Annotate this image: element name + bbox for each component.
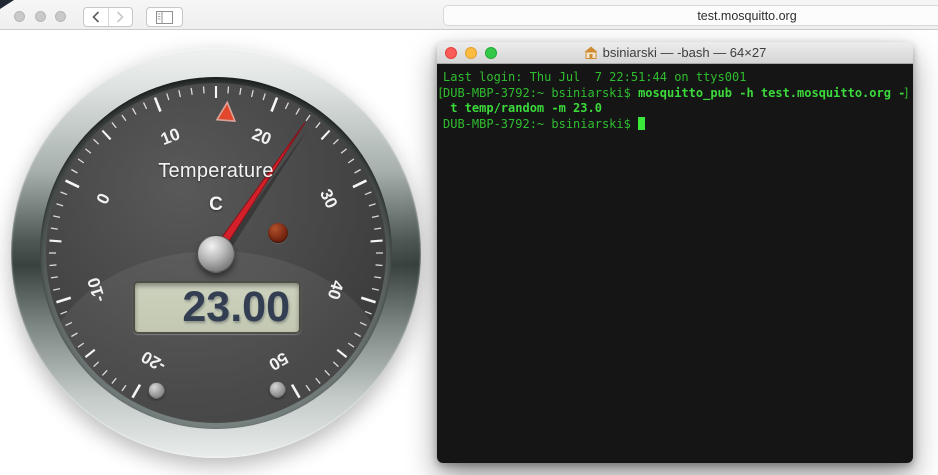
chevron-left-icon bbox=[92, 11, 100, 23]
terminal-text: DUB-MBP-3792:~ bsiniarski$ bbox=[443, 86, 638, 100]
sidebar-toggle-button[interactable] bbox=[146, 7, 183, 27]
needle-hub bbox=[197, 235, 235, 273]
gauge-tick bbox=[376, 265, 383, 266]
mark-open-bracket: [ bbox=[437, 86, 444, 102]
window-minimize-button[interactable] bbox=[35, 11, 46, 22]
terminal-line: t temp/random -m 23.0 bbox=[443, 101, 907, 117]
mark-close-bracket: ] bbox=[903, 86, 910, 102]
terminal-window: bsiniarski — -bash — 64×27 Last login: T… bbox=[437, 42, 913, 463]
lcd-value: 23.00 bbox=[182, 286, 299, 329]
terminal-zoom-button[interactable] bbox=[485, 47, 497, 59]
gauge-tick bbox=[204, 86, 205, 93]
gauge-tick bbox=[49, 241, 61, 242]
terminal-text: Last login: Thu Jul 7 22:51:44 on ttys00… bbox=[443, 70, 746, 84]
terminal-titlebar[interactable]: bsiniarski — -bash — 64×27 bbox=[437, 42, 913, 64]
sidebar-icon bbox=[156, 11, 173, 24]
forward-button[interactable] bbox=[109, 8, 133, 26]
address-bar[interactable]: test.mosquitto.org bbox=[443, 5, 938, 26]
corner-artifact bbox=[0, 0, 14, 9]
gauge-unit: C bbox=[11, 194, 421, 216]
terminal-body[interactable]: Last login: Thu Jul 7 22:51:44 on ttys00… bbox=[437, 64, 913, 463]
back-button[interactable] bbox=[84, 8, 109, 26]
terminal-text: DUB-MBP-3792:~ bsiniarski$ bbox=[443, 117, 638, 131]
window-close-button[interactable] bbox=[14, 11, 25, 22]
screw-icon bbox=[269, 381, 286, 398]
terminal-title-text: bsiniarski — -bash — 64×27 bbox=[603, 45, 767, 60]
screenshot-stage: test.mosquitto.org -20-1001020304050 Tem… bbox=[0, 0, 938, 475]
window-zoom-button[interactable] bbox=[55, 11, 66, 22]
gauge-tick bbox=[49, 265, 56, 266]
screw-icon bbox=[148, 382, 165, 399]
terminal-cursor bbox=[638, 117, 645, 130]
terminal-line: DUB-MBP-3792:~ bsiniarski$ bbox=[443, 117, 907, 133]
gauge-tick bbox=[228, 86, 229, 93]
lcd-display: 23.00 bbox=[133, 281, 301, 334]
nav-button-group bbox=[83, 7, 133, 27]
terminal-line: Last login: Thu Jul 7 22:51:44 on ttys00… bbox=[443, 70, 907, 86]
terminal-title: bsiniarski — -bash — 64×27 bbox=[584, 45, 767, 60]
address-text: test.mosquitto.org bbox=[697, 9, 796, 23]
status-led bbox=[268, 223, 288, 243]
browser-toolbar: test.mosquitto.org bbox=[0, 0, 938, 30]
gauge-title: Temperature bbox=[11, 160, 421, 183]
home-folder-icon bbox=[584, 46, 598, 59]
temperature-gauge: -20-1001020304050 Temperature C 23.00 bbox=[11, 48, 421, 458]
terminal-close-button[interactable] bbox=[445, 47, 457, 59]
terminal-line: [DUB-MBP-3792:~ bsiniarski$ mosquitto_pu… bbox=[443, 86, 907, 102]
terminal-text: mosquitto_pub -h test.mosquitto.org - bbox=[638, 86, 905, 100]
terminal-text: t temp/random -m 23.0 bbox=[443, 101, 602, 115]
terminal-minimize-button[interactable] bbox=[465, 47, 477, 59]
chevron-right-icon bbox=[116, 11, 124, 23]
gauge-tick bbox=[371, 241, 383, 242]
